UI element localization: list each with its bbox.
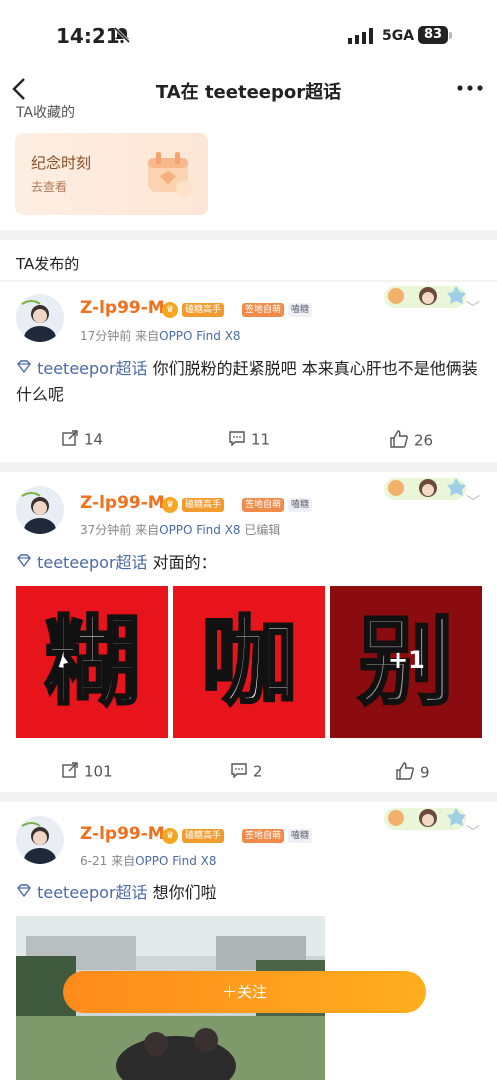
post-text: 对面的： xyxy=(147,553,217,572)
decoration-card-image xyxy=(382,804,468,834)
decoration-card-image xyxy=(382,282,468,312)
post-time: 17分钟前 xyxy=(80,329,132,343)
like-count: 26 xyxy=(414,431,434,450)
post-source-label: 来自 xyxy=(135,523,160,537)
post-menu-chevron-icon[interactable]: ﹀ xyxy=(466,492,480,512)
post-source-label: 来自 xyxy=(135,329,160,343)
calendar-gift-icon xyxy=(140,144,196,200)
badge-checkin: 签地自萌 xyxy=(242,303,285,317)
comment-button[interactable]: 2 xyxy=(231,762,263,782)
post-meta: 17分钟前 来自OPPO Find X8 xyxy=(80,327,241,344)
vip-crown-icon: ♛ xyxy=(162,302,178,318)
badge-candy-master: 磕糖高手 xyxy=(182,829,225,843)
avatar[interactable] xyxy=(16,486,64,534)
avatar[interactable] xyxy=(16,294,64,342)
topic-icon xyxy=(16,553,37,572)
avatar[interactable] xyxy=(16,816,64,864)
topic-link[interactable]: teeteepor超话 xyxy=(37,883,147,902)
share-icon xyxy=(62,762,78,782)
topic-icon xyxy=(16,359,37,378)
post-image[interactable]: 别 +1 xyxy=(330,586,482,738)
decoration-card-image xyxy=(382,474,468,504)
badge-sugar: 嗑糖 xyxy=(288,498,313,512)
badge-sugar: 嗑糖 xyxy=(288,829,313,843)
page-title: TA在 teeteepor超话 xyxy=(155,82,342,103)
topic-link[interactable]: teeteepor超话 xyxy=(37,553,147,572)
comment-button[interactable]: 11 xyxy=(229,430,270,450)
post-menu-chevron-icon[interactable]: ﹀ xyxy=(466,298,480,318)
device-name: OPPO Find X8 xyxy=(159,329,241,343)
topic-icon xyxy=(16,883,37,902)
badge-sugar: 嗑糖 xyxy=(288,303,313,317)
username[interactable]: Z-lp99-M xyxy=(80,824,165,844)
device-name: OPPO Find X8 xyxy=(159,523,241,537)
post-meta: 6-21 来自OPPO Find X8 xyxy=(80,852,217,869)
post-content: teeteepor超话 想你们啦 xyxy=(16,880,481,906)
image-text: 咖 xyxy=(200,605,299,720)
post-time: 6-21 xyxy=(80,854,108,868)
network-type: 5GA xyxy=(382,28,415,44)
repost-button[interactable]: 14 xyxy=(62,430,103,450)
battery-tip xyxy=(449,32,452,39)
thumbs-up-icon xyxy=(396,762,414,784)
status-time: 14:21 xyxy=(56,24,120,48)
post-time: 37分钟前 xyxy=(80,523,132,537)
like-button[interactable]: 9 xyxy=(396,762,430,784)
post-image[interactable]: 咖 xyxy=(173,586,325,738)
collected-header: TA收藏的 xyxy=(16,105,76,118)
signal-icon xyxy=(348,28,376,48)
share-icon xyxy=(62,430,78,450)
edited-label: 已编辑 xyxy=(244,523,281,537)
like-count: 9 xyxy=(420,763,430,782)
post-menu-chevron-icon[interactable]: ﹀ xyxy=(466,822,480,842)
like-button[interactable]: 26 xyxy=(390,430,433,452)
repost-button[interactable]: 101 xyxy=(62,762,113,782)
username[interactable]: Z-lp99-M xyxy=(80,493,165,513)
comment-icon xyxy=(229,430,245,450)
repost-count: 14 xyxy=(84,430,104,449)
post-text: 想你们啦 xyxy=(147,883,217,902)
vip-crown-icon: ♛ xyxy=(162,828,178,844)
repost-count: 101 xyxy=(84,762,113,781)
more-options-icon[interactable] xyxy=(456,78,484,104)
image-text: 糊 xyxy=(43,605,142,720)
mute-bell-icon xyxy=(113,26,131,48)
badge-checkin: 签地自萌 xyxy=(242,498,285,512)
battery-indicator: 83 xyxy=(418,26,448,44)
username[interactable]: Z-lp99-M xyxy=(80,298,165,318)
badge-checkin: 签地自萌 xyxy=(242,829,285,843)
topic-link[interactable]: teeteepor超话 xyxy=(37,359,147,378)
more-images-count: +1 xyxy=(388,646,425,674)
thumbs-up-icon xyxy=(390,430,408,452)
post-content: teeteepor超话 你们脱粉的赶紧脱吧 本来真心肝也不是他俩装什么呢 xyxy=(16,356,481,408)
badge-candy-master: 磕糖高手 xyxy=(182,303,225,317)
post-source-label: 来自 xyxy=(111,854,136,868)
card-title: 纪念时刻 xyxy=(31,154,92,172)
follow-button[interactable]: ＋关注 xyxy=(63,971,426,1013)
badge-candy-master: 磕糖高手 xyxy=(182,498,225,512)
comment-count: 11 xyxy=(251,430,271,449)
post-meta: 37分钟前 来自OPPO Find X8 已编辑 xyxy=(80,521,280,538)
device-name: OPPO Find X8 xyxy=(135,854,217,868)
card-subtitle: 去查看 xyxy=(31,180,68,194)
comment-count: 2 xyxy=(253,762,263,781)
posted-header: TA发布的 xyxy=(16,255,80,273)
comment-icon xyxy=(231,762,247,782)
vip-crown-icon: ♛ xyxy=(162,497,178,513)
post-image[interactable]: 糊 xyxy=(16,586,168,738)
post-content: teeteepor超话 对面的： xyxy=(16,550,481,576)
